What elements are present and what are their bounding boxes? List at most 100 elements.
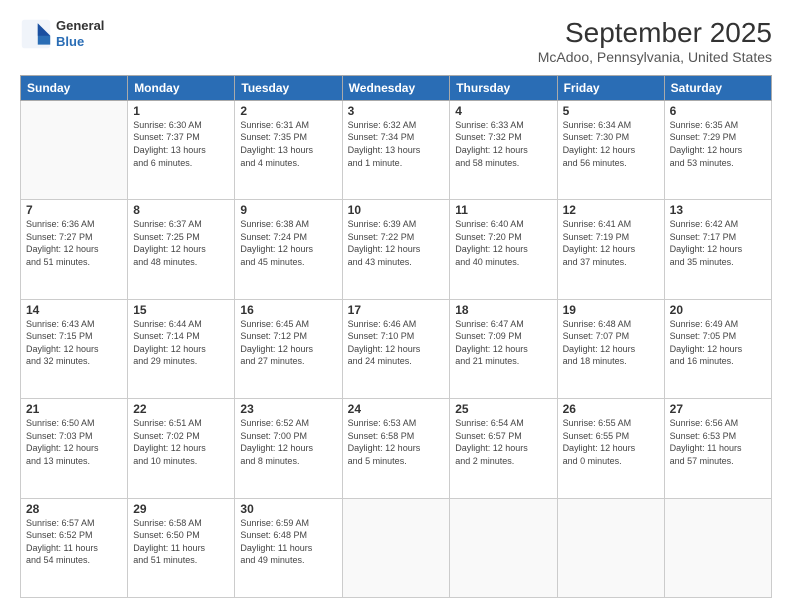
- calendar-cell: 20Sunrise: 6:49 AM Sunset: 7:05 PM Dayli…: [664, 299, 771, 398]
- weekday-header-thursday: Thursday: [450, 75, 557, 100]
- weekday-header-friday: Friday: [557, 75, 664, 100]
- calendar-cell: 17Sunrise: 6:46 AM Sunset: 7:10 PM Dayli…: [342, 299, 450, 398]
- calendar-cell: 16Sunrise: 6:45 AM Sunset: 7:12 PM Dayli…: [235, 299, 342, 398]
- calendar-cell: 26Sunrise: 6:55 AM Sunset: 6:55 PM Dayli…: [557, 399, 664, 498]
- calendar-table: SundayMondayTuesdayWednesdayThursdayFrid…: [20, 75, 772, 598]
- day-info: Sunrise: 6:51 AM Sunset: 7:02 PM Dayligh…: [133, 417, 229, 467]
- day-number: 21: [26, 402, 122, 416]
- day-info: Sunrise: 6:40 AM Sunset: 7:20 PM Dayligh…: [455, 218, 551, 268]
- subtitle: McAdoo, Pennsylvania, United States: [538, 49, 772, 65]
- day-number: 30: [240, 502, 336, 516]
- week-row-2: 7Sunrise: 6:36 AM Sunset: 7:27 PM Daylig…: [21, 200, 772, 299]
- day-number: 8: [133, 203, 229, 217]
- calendar-cell: 6Sunrise: 6:35 AM Sunset: 7:29 PM Daylig…: [664, 100, 771, 199]
- day-info: Sunrise: 6:44 AM Sunset: 7:14 PM Dayligh…: [133, 318, 229, 368]
- calendar-cell: 14Sunrise: 6:43 AM Sunset: 7:15 PM Dayli…: [21, 299, 128, 398]
- calendar-cell: [450, 498, 557, 597]
- weekday-header-wednesday: Wednesday: [342, 75, 450, 100]
- day-info: Sunrise: 6:54 AM Sunset: 6:57 PM Dayligh…: [455, 417, 551, 467]
- day-number: 26: [563, 402, 659, 416]
- day-number: 13: [670, 203, 766, 217]
- day-info: Sunrise: 6:37 AM Sunset: 7:25 PM Dayligh…: [133, 218, 229, 268]
- day-number: 17: [348, 303, 445, 317]
- weekday-header-monday: Monday: [128, 75, 235, 100]
- day-info: Sunrise: 6:35 AM Sunset: 7:29 PM Dayligh…: [670, 119, 766, 169]
- day-info: Sunrise: 6:53 AM Sunset: 6:58 PM Dayligh…: [348, 417, 445, 467]
- day-number: 25: [455, 402, 551, 416]
- day-info: Sunrise: 6:32 AM Sunset: 7:34 PM Dayligh…: [348, 119, 445, 169]
- day-info: Sunrise: 6:50 AM Sunset: 7:03 PM Dayligh…: [26, 417, 122, 467]
- weekday-header-sunday: Sunday: [21, 75, 128, 100]
- day-info: Sunrise: 6:52 AM Sunset: 7:00 PM Dayligh…: [240, 417, 336, 467]
- weekday-header-row: SundayMondayTuesdayWednesdayThursdayFrid…: [21, 75, 772, 100]
- day-number: 27: [670, 402, 766, 416]
- day-info: Sunrise: 6:49 AM Sunset: 7:05 PM Dayligh…: [670, 318, 766, 368]
- calendar-cell: [21, 100, 128, 199]
- calendar-cell: 3Sunrise: 6:32 AM Sunset: 7:34 PM Daylig…: [342, 100, 450, 199]
- day-number: 24: [348, 402, 445, 416]
- calendar-cell: 5Sunrise: 6:34 AM Sunset: 7:30 PM Daylig…: [557, 100, 664, 199]
- day-number: 29: [133, 502, 229, 516]
- day-number: 20: [670, 303, 766, 317]
- day-info: Sunrise: 6:59 AM Sunset: 6:48 PM Dayligh…: [240, 517, 336, 567]
- calendar-cell: 22Sunrise: 6:51 AM Sunset: 7:02 PM Dayli…: [128, 399, 235, 498]
- day-number: 7: [26, 203, 122, 217]
- day-info: Sunrise: 6:34 AM Sunset: 7:30 PM Dayligh…: [563, 119, 659, 169]
- day-info: Sunrise: 6:58 AM Sunset: 6:50 PM Dayligh…: [133, 517, 229, 567]
- calendar-cell: 1Sunrise: 6:30 AM Sunset: 7:37 PM Daylig…: [128, 100, 235, 199]
- day-number: 18: [455, 303, 551, 317]
- day-number: 23: [240, 402, 336, 416]
- calendar-cell: 7Sunrise: 6:36 AM Sunset: 7:27 PM Daylig…: [21, 200, 128, 299]
- header: General Blue September 2025 McAdoo, Penn…: [20, 18, 772, 65]
- week-row-3: 14Sunrise: 6:43 AM Sunset: 7:15 PM Dayli…: [21, 299, 772, 398]
- calendar-cell: 27Sunrise: 6:56 AM Sunset: 6:53 PM Dayli…: [664, 399, 771, 498]
- calendar-cell: 30Sunrise: 6:59 AM Sunset: 6:48 PM Dayli…: [235, 498, 342, 597]
- calendar-cell: 12Sunrise: 6:41 AM Sunset: 7:19 PM Dayli…: [557, 200, 664, 299]
- day-number: 3: [348, 104, 445, 118]
- week-row-4: 21Sunrise: 6:50 AM Sunset: 7:03 PM Dayli…: [21, 399, 772, 498]
- calendar-cell: 11Sunrise: 6:40 AM Sunset: 7:20 PM Dayli…: [450, 200, 557, 299]
- calendar-cell: 2Sunrise: 6:31 AM Sunset: 7:35 PM Daylig…: [235, 100, 342, 199]
- day-number: 28: [26, 502, 122, 516]
- day-info: Sunrise: 6:47 AM Sunset: 7:09 PM Dayligh…: [455, 318, 551, 368]
- day-number: 1: [133, 104, 229, 118]
- calendar-cell: 28Sunrise: 6:57 AM Sunset: 6:52 PM Dayli…: [21, 498, 128, 597]
- day-info: Sunrise: 6:43 AM Sunset: 7:15 PM Dayligh…: [26, 318, 122, 368]
- logo: General Blue: [20, 18, 104, 50]
- page: General Blue September 2025 McAdoo, Penn…: [0, 0, 792, 612]
- day-number: 15: [133, 303, 229, 317]
- day-number: 11: [455, 203, 551, 217]
- logo-text: General Blue: [56, 18, 104, 49]
- day-number: 6: [670, 104, 766, 118]
- day-info: Sunrise: 6:30 AM Sunset: 7:37 PM Dayligh…: [133, 119, 229, 169]
- day-info: Sunrise: 6:55 AM Sunset: 6:55 PM Dayligh…: [563, 417, 659, 467]
- title-block: September 2025 McAdoo, Pennsylvania, Uni…: [538, 18, 772, 65]
- calendar-cell: 8Sunrise: 6:37 AM Sunset: 7:25 PM Daylig…: [128, 200, 235, 299]
- day-number: 4: [455, 104, 551, 118]
- day-info: Sunrise: 6:48 AM Sunset: 7:07 PM Dayligh…: [563, 318, 659, 368]
- calendar-cell: [557, 498, 664, 597]
- calendar-cell: 21Sunrise: 6:50 AM Sunset: 7:03 PM Dayli…: [21, 399, 128, 498]
- day-info: Sunrise: 6:38 AM Sunset: 7:24 PM Dayligh…: [240, 218, 336, 268]
- day-number: 22: [133, 402, 229, 416]
- day-number: 2: [240, 104, 336, 118]
- calendar-cell: 25Sunrise: 6:54 AM Sunset: 6:57 PM Dayli…: [450, 399, 557, 498]
- calendar-cell: 18Sunrise: 6:47 AM Sunset: 7:09 PM Dayli…: [450, 299, 557, 398]
- calendar-cell: 10Sunrise: 6:39 AM Sunset: 7:22 PM Dayli…: [342, 200, 450, 299]
- calendar-cell: 9Sunrise: 6:38 AM Sunset: 7:24 PM Daylig…: [235, 200, 342, 299]
- calendar-cell: 15Sunrise: 6:44 AM Sunset: 7:14 PM Dayli…: [128, 299, 235, 398]
- calendar-cell: 29Sunrise: 6:58 AM Sunset: 6:50 PM Dayli…: [128, 498, 235, 597]
- calendar-cell: 23Sunrise: 6:52 AM Sunset: 7:00 PM Dayli…: [235, 399, 342, 498]
- day-info: Sunrise: 6:57 AM Sunset: 6:52 PM Dayligh…: [26, 517, 122, 567]
- day-info: Sunrise: 6:46 AM Sunset: 7:10 PM Dayligh…: [348, 318, 445, 368]
- day-info: Sunrise: 6:45 AM Sunset: 7:12 PM Dayligh…: [240, 318, 336, 368]
- calendar-cell: [342, 498, 450, 597]
- main-title: September 2025: [538, 18, 772, 49]
- day-info: Sunrise: 6:56 AM Sunset: 6:53 PM Dayligh…: [670, 417, 766, 467]
- logo-icon: [20, 18, 52, 50]
- day-info: Sunrise: 6:41 AM Sunset: 7:19 PM Dayligh…: [563, 218, 659, 268]
- day-info: Sunrise: 6:33 AM Sunset: 7:32 PM Dayligh…: [455, 119, 551, 169]
- day-info: Sunrise: 6:39 AM Sunset: 7:22 PM Dayligh…: [348, 218, 445, 268]
- day-number: 14: [26, 303, 122, 317]
- calendar-cell: 4Sunrise: 6:33 AM Sunset: 7:32 PM Daylig…: [450, 100, 557, 199]
